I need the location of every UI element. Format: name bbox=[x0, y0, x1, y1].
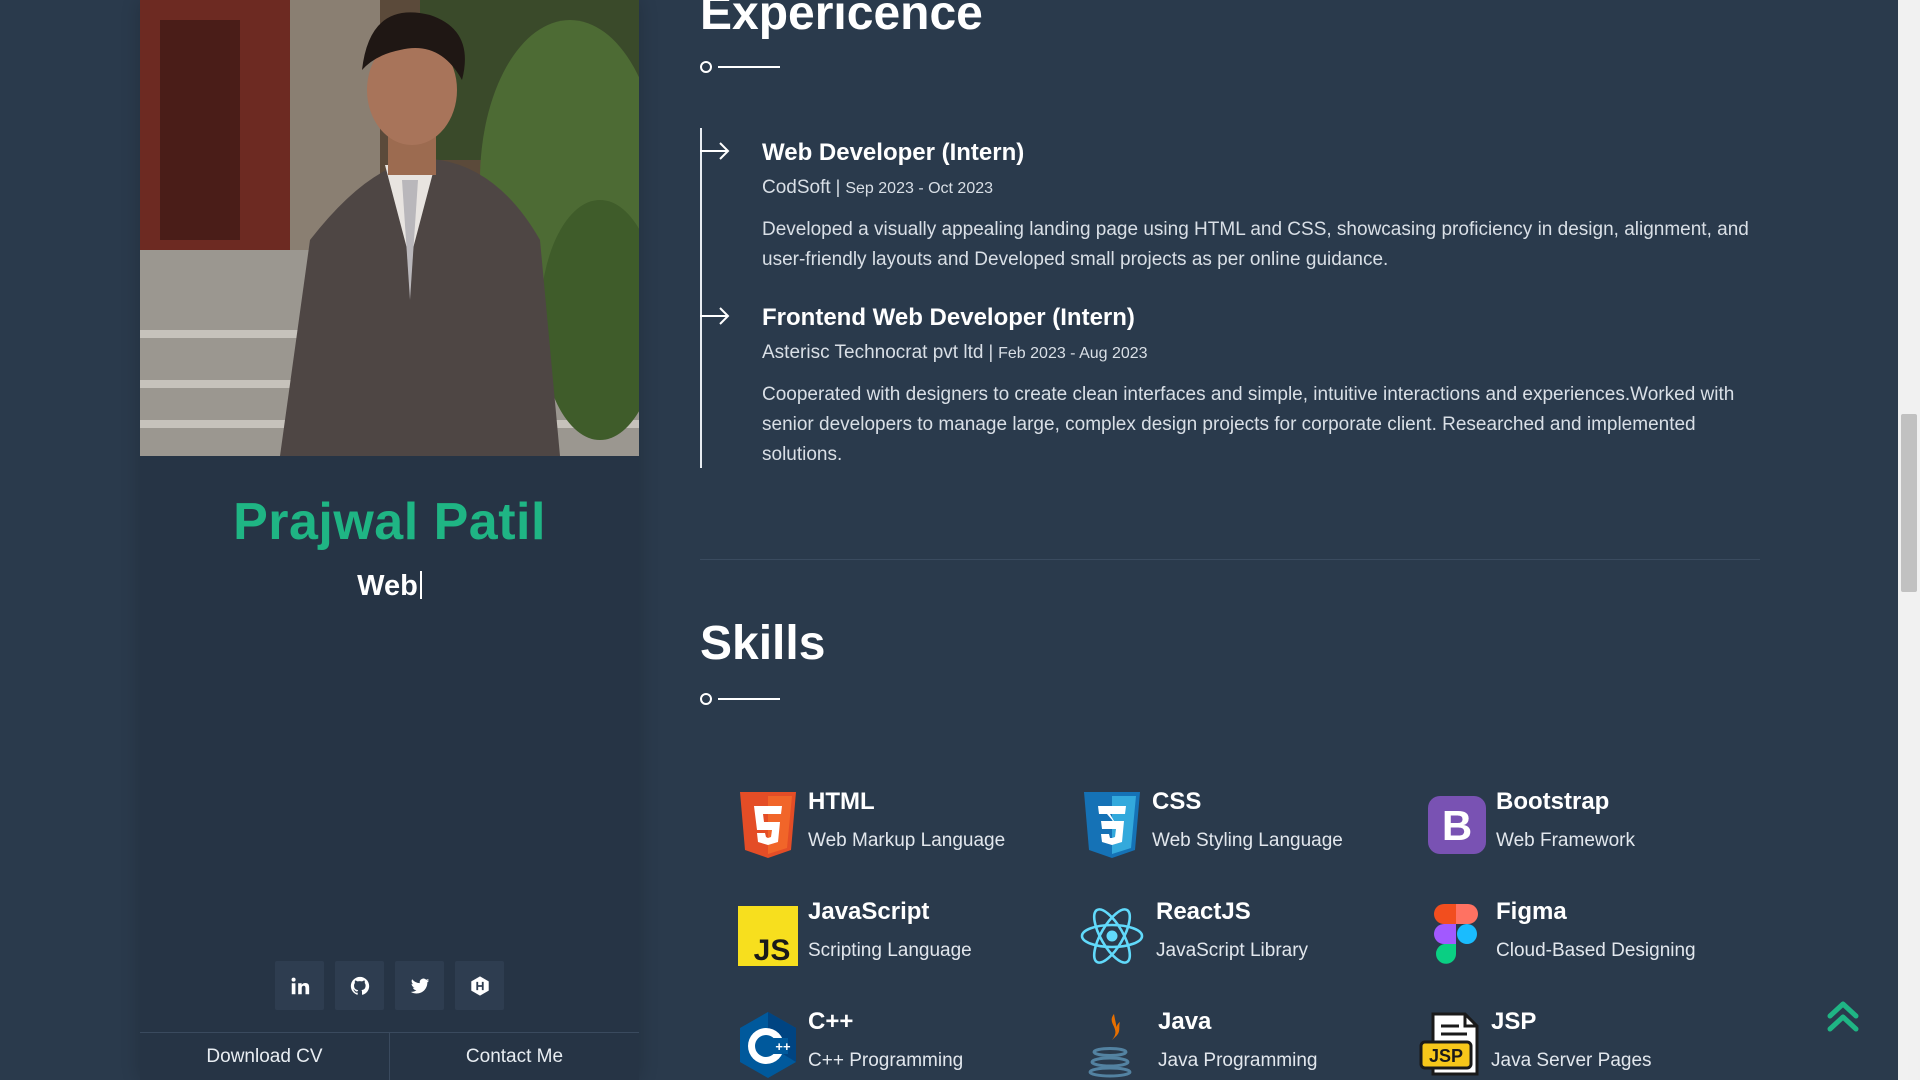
skill-card: Figma Cloud-Based Designing bbox=[1424, 890, 1764, 980]
skill-description: Web Markup Language bbox=[808, 830, 1006, 851]
experience-heading-decoration bbox=[700, 60, 784, 74]
arrow-right-icon bbox=[700, 306, 732, 326]
skill-card: HTML Web Markup Language bbox=[736, 780, 1076, 870]
java-icon bbox=[1080, 1010, 1144, 1080]
skill-description: JavaScript Library bbox=[1156, 940, 1309, 961]
svg-text:++: ++ bbox=[775, 1039, 791, 1054]
javascript-icon: JS bbox=[736, 900, 800, 970]
skill-name: C++ bbox=[808, 1008, 854, 1035]
skill-card: JS JavaScript Scripting Language bbox=[736, 890, 1076, 980]
hackerrank-button[interactable] bbox=[455, 961, 504, 1010]
skill-name: HTML bbox=[808, 788, 875, 815]
skill-description: Web Framework bbox=[1496, 830, 1636, 851]
profile-card: Prajwal Patil Web Download CV Contact Me bbox=[140, 0, 639, 1080]
arrow-right-icon bbox=[700, 141, 732, 161]
experience-title: Web Developer (Intern) bbox=[762, 139, 1025, 166]
bootstrap-icon: B bbox=[1424, 790, 1488, 860]
hackerrank-icon bbox=[470, 975, 489, 996]
skill-card: CSS Web Styling Language bbox=[1080, 780, 1420, 870]
jsp-icon: JSP bbox=[1419, 1010, 1483, 1080]
react-icon bbox=[1080, 900, 1144, 970]
skill-name: CSS bbox=[1152, 788, 1202, 815]
experience-heading: Expericence bbox=[700, 0, 983, 40]
experience-description: Developed a visually appealing landing p… bbox=[762, 219, 1749, 270]
skill-name: JSP bbox=[1491, 1008, 1537, 1035]
cpp-icon: ++ bbox=[736, 1010, 800, 1080]
section-divider bbox=[700, 559, 1760, 560]
skill-card: JSP JSP Java Server Pages bbox=[1419, 1000, 1759, 1080]
skill-description: Scripting Language bbox=[808, 940, 972, 961]
profile-name: Prajwal Patil bbox=[233, 493, 546, 551]
experience-description: Cooperated with designers to create clea… bbox=[762, 384, 1735, 465]
experience-dates: Feb 2023 - Aug 2023 bbox=[998, 345, 1148, 362]
svg-text:JSP: JSP bbox=[1429, 1046, 1463, 1066]
double-chevron-up-icon bbox=[1827, 1001, 1859, 1032]
meta-separator: | bbox=[988, 342, 999, 362]
skill-description: Java Server Pages bbox=[1491, 1050, 1652, 1071]
typing-caret bbox=[419, 571, 422, 599]
skills-heading: Skills bbox=[700, 617, 826, 670]
page-scrollbar[interactable] bbox=[1898, 0, 1920, 1080]
skill-description: Java Programming bbox=[1158, 1050, 1318, 1071]
skill-description: C++ Programming bbox=[808, 1050, 964, 1071]
skill-name: Java bbox=[1158, 1008, 1212, 1035]
svg-text:B: B bbox=[1442, 802, 1472, 849]
github-button[interactable] bbox=[335, 961, 384, 1010]
profile-role-typing: Web bbox=[140, 570, 639, 603]
decoration-dot bbox=[700, 61, 712, 73]
profile-photo bbox=[140, 0, 639, 456]
skill-card: ++ C++ C++ Programming bbox=[736, 1000, 1076, 1080]
experience-title: Frontend Web Developer (Intern) bbox=[762, 304, 1135, 331]
linkedin-button[interactable] bbox=[275, 961, 324, 1010]
skill-card: ReactJS JavaScript Library bbox=[1080, 890, 1420, 980]
meta-separator: | bbox=[835, 177, 846, 197]
skill-description: Web Styling Language bbox=[1152, 830, 1343, 851]
html5-icon bbox=[736, 790, 800, 860]
profile-role-text: Web bbox=[357, 570, 418, 602]
skill-name: Figma bbox=[1496, 898, 1567, 925]
social-links bbox=[140, 961, 639, 1010]
experience-company: CodSoft bbox=[762, 177, 831, 198]
scroll-to-top-button[interactable] bbox=[1826, 998, 1860, 1034]
linkedin-icon bbox=[291, 977, 309, 994]
skill-name: ReactJS bbox=[1156, 898, 1251, 925]
skills-heading-decoration bbox=[700, 692, 784, 706]
skill-card: Java Java Programming bbox=[1080, 1000, 1420, 1080]
decoration-line bbox=[718, 66, 780, 68]
decoration-line bbox=[718, 698, 780, 700]
skill-name: JavaScript bbox=[808, 898, 930, 925]
css3-icon bbox=[1080, 790, 1144, 860]
contact-me-button[interactable]: Contact Me bbox=[389, 1033, 639, 1080]
twitter-icon bbox=[410, 978, 429, 994]
main-content: Expericence Web Developer (Intern) CodSo… bbox=[700, 0, 1760, 1080]
scrollbar-thumb[interactable] bbox=[1901, 414, 1917, 592]
decoration-dot bbox=[700, 693, 712, 705]
github-icon bbox=[350, 976, 369, 995]
skill-card: B Bootstrap Web Framework bbox=[1424, 780, 1764, 870]
experience-meta: Asterisc Technocrat pvt ltd | Feb 2023 -… bbox=[762, 342, 1148, 364]
figma-icon bbox=[1424, 900, 1488, 970]
card-actions: Download CV Contact Me bbox=[140, 1032, 639, 1080]
download-cv-button[interactable]: Download CV bbox=[140, 1033, 389, 1080]
skill-description: Cloud-Based Designing bbox=[1496, 940, 1696, 961]
experience-meta: CodSoft | Sep 2023 - Oct 2023 bbox=[762, 177, 993, 199]
twitter-button[interactable] bbox=[395, 961, 444, 1010]
experience-timeline: Web Developer (Intern) CodSoft | Sep 202… bbox=[700, 128, 1760, 468]
svg-text:JS: JS bbox=[754, 934, 791, 967]
skill-name: Bootstrap bbox=[1496, 788, 1610, 815]
experience-dates: Sep 2023 - Oct 2023 bbox=[845, 180, 994, 197]
experience-company: Asterisc Technocrat pvt ltd bbox=[762, 342, 984, 363]
